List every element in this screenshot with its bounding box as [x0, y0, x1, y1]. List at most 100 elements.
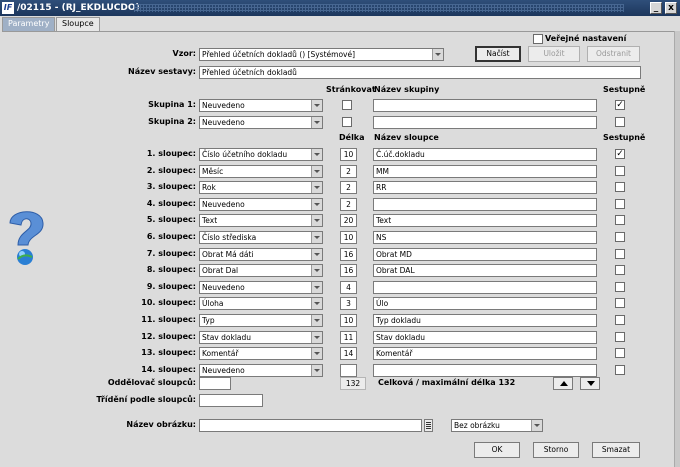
- column-descending-checkbox[interactable]: [615, 215, 625, 226]
- column-select[interactable]: Úloha: [199, 297, 323, 311]
- public-settings-checkbox[interactable]: [533, 34, 543, 44]
- column-select[interactable]: Typ: [199, 314, 323, 327]
- chevron-down-icon[interactable]: [311, 198, 322, 210]
- column-descending-checkbox[interactable]: [615, 298, 625, 309]
- save-button[interactable]: Uložit: [528, 46, 580, 62]
- column-length-input[interactable]: 11: [340, 330, 357, 344]
- column-select[interactable]: Neuvedeno: [199, 363, 323, 377]
- chevron-down-icon[interactable]: [311, 265, 322, 277]
- column-length-input[interactable]: 2: [340, 181, 357, 195]
- remove-button[interactable]: Odstranit: [587, 46, 640, 62]
- column-select[interactable]: Měsíc: [199, 164, 323, 178]
- column-length-input[interactable]: 10: [340, 231, 357, 244]
- column-name-input[interactable]: Typ dokladu: [373, 314, 597, 327]
- column-descending-checkbox[interactable]: [615, 265, 625, 276]
- cancel-button[interactable]: Storno: [533, 442, 579, 458]
- column-descending-checkbox[interactable]: [615, 182, 625, 193]
- column-name-input[interactable]: Obrat MD: [373, 247, 597, 261]
- column-name-input[interactable]: NS: [373, 231, 597, 244]
- chevron-down-icon[interactable]: [432, 49, 443, 60]
- column-length-input[interactable]: [340, 363, 357, 377]
- column-descending-checkbox[interactable]: [615, 281, 625, 292]
- column-name-input[interactable]: Komentář: [373, 347, 597, 361]
- column-select[interactable]: Obrat Dal: [199, 264, 323, 278]
- group-descending-checkbox[interactable]: [615, 117, 625, 127]
- chevron-down-icon[interactable]: [311, 165, 322, 177]
- column-name-input[interactable]: [373, 280, 597, 294]
- column-descending-checkbox[interactable]: [615, 331, 625, 342]
- column-descending-checkbox[interactable]: [615, 232, 625, 242]
- tab-parametry[interactable]: Parametry: [2, 17, 56, 31]
- column-descending-checkbox[interactable]: [615, 348, 625, 359]
- arrow-up-icon[interactable]: [553, 377, 573, 390]
- chevron-down-icon[interactable]: [311, 281, 322, 293]
- column-descending-checkbox[interactable]: ✓: [615, 149, 625, 159]
- separator-input[interactable]: [199, 377, 231, 390]
- group-name-input[interactable]: [373, 116, 597, 129]
- column-select[interactable]: Neuvedeno: [199, 197, 323, 211]
- arrow-down-icon[interactable]: [580, 377, 600, 390]
- chevron-down-icon[interactable]: [311, 298, 322, 310]
- column-select[interactable]: Stav dokladu: [199, 330, 323, 344]
- chevron-down-icon[interactable]: [311, 248, 322, 260]
- column-length-input[interactable]: 16: [340, 247, 357, 261]
- image-option-select[interactable]: Bez obrázku: [451, 419, 543, 432]
- chevron-down-icon[interactable]: [311, 364, 322, 376]
- column-select[interactable]: Číslo účetního dokladu: [199, 148, 323, 161]
- column-name-input[interactable]: Stav dokladu: [373, 330, 597, 344]
- column-select[interactable]: Komentář: [199, 347, 323, 361]
- column-descending-checkbox[interactable]: [615, 364, 625, 375]
- chevron-down-icon[interactable]: [311, 117, 322, 128]
- chevron-down-icon[interactable]: [311, 232, 322, 243]
- column-select[interactable]: Rok: [199, 181, 323, 195]
- group-select[interactable]: Neuvedeno: [199, 99, 323, 112]
- column-descending-checkbox[interactable]: [615, 198, 625, 209]
- vzor-select[interactable]: Přehled účetních dokladů () [Systémové]: [199, 48, 444, 61]
- chevron-down-icon[interactable]: [311, 315, 322, 326]
- column-length-input[interactable]: 4: [340, 280, 357, 294]
- column-length-input[interactable]: 2: [340, 197, 357, 211]
- ok-button[interactable]: OK: [474, 442, 520, 458]
- column-name-input[interactable]: Úlo: [373, 297, 597, 311]
- column-name-input[interactable]: Č.úč.dokladu: [373, 148, 597, 161]
- chevron-down-icon[interactable]: [311, 100, 322, 111]
- load-button[interactable]: Načíst: [475, 46, 521, 62]
- group-paging-checkbox[interactable]: [342, 117, 352, 127]
- close-button[interactable]: x: [665, 2, 677, 14]
- group-select[interactable]: Neuvedeno: [199, 116, 323, 129]
- column-select[interactable]: Obrat Má dáti: [199, 247, 323, 261]
- group-name-input[interactable]: [373, 99, 597, 112]
- column-name-input[interactable]: Text: [373, 214, 597, 228]
- column-length-input[interactable]: 16: [340, 264, 357, 278]
- column-select[interactable]: Neuvedeno: [199, 280, 323, 294]
- column-select[interactable]: Číslo střediska: [199, 231, 323, 244]
- column-length-input[interactable]: 14: [340, 347, 357, 361]
- column-descending-checkbox[interactable]: [615, 165, 625, 176]
- column-length-input[interactable]: 2: [340, 164, 357, 178]
- chevron-down-icon[interactable]: [311, 149, 322, 160]
- minimize-button[interactable]: _: [650, 2, 662, 14]
- column-descending-checkbox[interactable]: [615, 315, 625, 325]
- column-name-input[interactable]: MM: [373, 164, 597, 178]
- column-name-input[interactable]: [373, 197, 597, 211]
- group-descending-checkbox[interactable]: ✓: [615, 100, 625, 110]
- group-paging-checkbox[interactable]: [342, 100, 352, 110]
- column-name-input[interactable]: Obrat DAL: [373, 264, 597, 278]
- chevron-down-icon[interactable]: [531, 420, 542, 431]
- image-name-input[interactable]: [199, 419, 422, 432]
- list-icon[interactable]: [424, 419, 433, 432]
- column-length-input[interactable]: 10: [340, 148, 357, 161]
- delete-button[interactable]: Smazat: [592, 442, 640, 458]
- column-length-input[interactable]: 20: [340, 214, 357, 228]
- chevron-down-icon[interactable]: [311, 348, 322, 360]
- chevron-down-icon[interactable]: [311, 331, 322, 343]
- tab-sloupce[interactable]: Sloupce: [56, 17, 100, 32]
- chevron-down-icon[interactable]: [311, 215, 322, 227]
- report-name-input[interactable]: Přehled účetních dokladů: [199, 66, 641, 79]
- chevron-down-icon[interactable]: [311, 182, 322, 194]
- column-descending-checkbox[interactable]: [615, 248, 625, 259]
- column-length-input[interactable]: 3: [340, 297, 357, 311]
- column-name-input[interactable]: [373, 363, 597, 377]
- column-length-input[interactable]: 10: [340, 314, 357, 327]
- column-name-input[interactable]: RR: [373, 181, 597, 195]
